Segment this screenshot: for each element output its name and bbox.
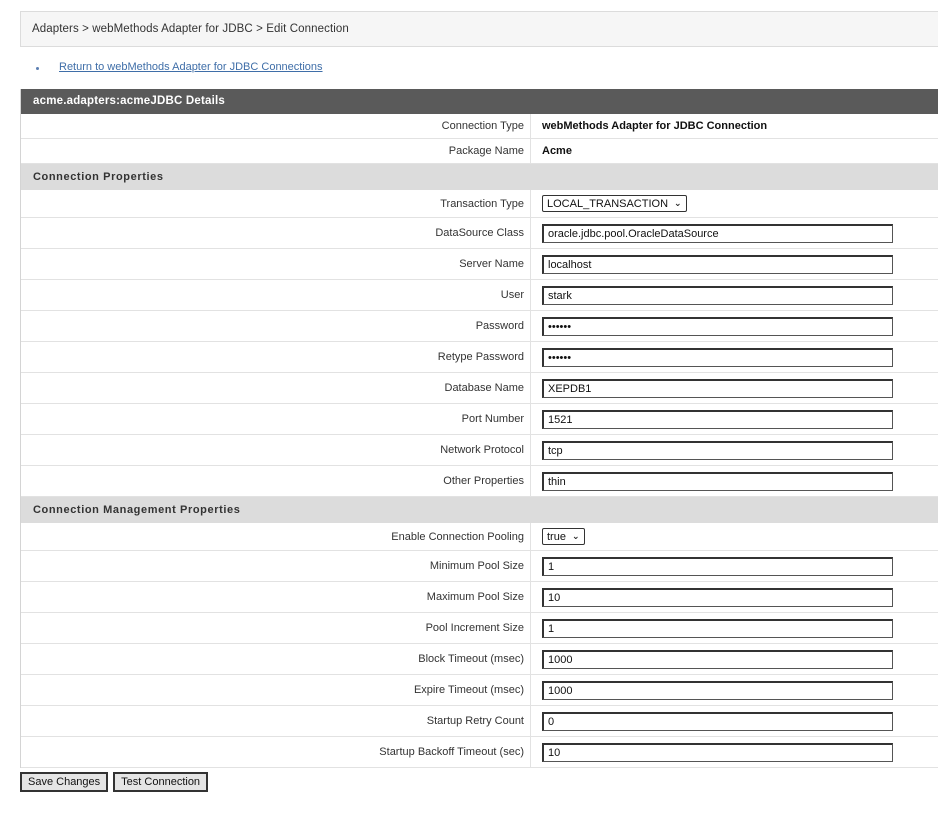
chevron-down-icon: ⌄ [571,531,580,541]
field-label: Startup Retry Count [21,706,531,736]
enable-pooling-value: true [547,530,566,543]
breadcrumb: Adapters > webMethods Adapter for JDBC >… [20,11,938,47]
row-enable-pooling: Enable Connection Pooling true ⌄ [21,523,938,551]
detail-row-package-name: Package Name Acme [21,139,938,164]
startup-backoff-timeout-input[interactable] [542,742,893,762]
row-network-protocol: Network Protocol [21,435,938,466]
network-protocol-input[interactable] [542,440,893,460]
other-properties-input[interactable] [542,471,893,491]
password-input[interactable] [542,316,893,336]
block-timeout-input[interactable] [542,649,893,669]
transaction-type-value: LOCAL_TRANSACTION [547,197,669,210]
field-label: Startup Backoff Timeout (sec) [21,737,531,767]
return-to-connections-link[interactable]: Return to webMethods Adapter for JDBC Co… [59,61,323,73]
server-name-input[interactable] [542,254,893,274]
bullet-icon [36,67,39,70]
field-label: User [21,280,531,310]
transaction-type-select[interactable]: LOCAL_TRANSACTION ⌄ [542,195,687,212]
field-label: Block Timeout (msec) [21,644,531,674]
datasource-class-input[interactable] [542,223,893,243]
field-label: Password [21,311,531,341]
return-link-item: Return to webMethods Adapter for JDBC Co… [36,61,323,73]
field-label: Maximum Pool Size [21,582,531,612]
pool-increment-size-input[interactable] [542,618,893,638]
test-connection-button[interactable]: Test Connection [113,772,209,792]
user-input[interactable] [542,285,893,305]
retype-password-input[interactable] [542,347,893,367]
database-name-input[interactable] [542,378,893,398]
row-port-number: Port Number [21,404,938,435]
enable-pooling-select[interactable]: true ⌄ [542,528,585,545]
detail-value: webMethods Adapter for JDBC Connection [542,120,768,132]
panel-title: acme.adapters:acmeJDBC Details [21,89,938,114]
expire-timeout-input[interactable] [542,680,893,700]
row-database-name: Database Name [21,373,938,404]
row-server-name: Server Name [21,249,938,280]
section-connection-management: Connection Management Properties [21,497,938,523]
row-startup-backoff-timeout: Startup Backoff Timeout (sec) [21,737,938,768]
detail-value: Acme [542,145,572,157]
max-pool-size-input[interactable] [542,587,893,607]
row-pool-increment-size: Pool Increment Size [21,613,938,644]
field-label: Server Name [21,249,531,279]
field-label: Enable Connection Pooling [21,523,531,550]
field-label: Minimum Pool Size [21,551,531,581]
field-label: Network Protocol [21,435,531,465]
row-datasource-class: DataSource Class [21,218,938,249]
row-min-pool-size: Minimum Pool Size [21,551,938,582]
row-startup-retry-count: Startup Retry Count [21,706,938,737]
field-label: Port Number [21,404,531,434]
field-label: Other Properties [21,466,531,496]
port-number-input[interactable] [542,409,893,429]
row-user: User [21,280,938,311]
row-expire-timeout: Expire Timeout (msec) [21,675,938,706]
row-other-properties: Other Properties [21,466,938,497]
section-connection-properties: Connection Properties [21,164,938,190]
min-pool-size-input[interactable] [542,556,893,576]
detail-label: Connection Type [21,114,531,138]
row-max-pool-size: Maximum Pool Size [21,582,938,613]
connection-details-panel: acme.adapters:acmeJDBC Details Connectio… [20,89,938,768]
row-block-timeout: Block Timeout (msec) [21,644,938,675]
row-password: Password [21,311,938,342]
field-label: Pool Increment Size [21,613,531,643]
field-label: Retype Password [21,342,531,372]
detail-label: Package Name [21,139,531,163]
save-changes-button[interactable]: Save Changes [20,772,109,792]
row-transaction-type: Transaction Type LOCAL_TRANSACTION ⌄ [21,190,938,218]
field-label: DataSource Class [21,218,531,248]
field-label: Database Name [21,373,531,403]
form-buttons: Save Changes Test Connection [20,772,213,792]
row-retype-password: Retype Password [21,342,938,373]
field-label: Expire Timeout (msec) [21,675,531,705]
startup-retry-count-input[interactable] [542,711,893,731]
detail-row-connection-type: Connection Type webMethods Adapter for J… [21,114,938,139]
field-label: Transaction Type [21,190,531,217]
chevron-down-icon: ⌄ [674,198,682,208]
